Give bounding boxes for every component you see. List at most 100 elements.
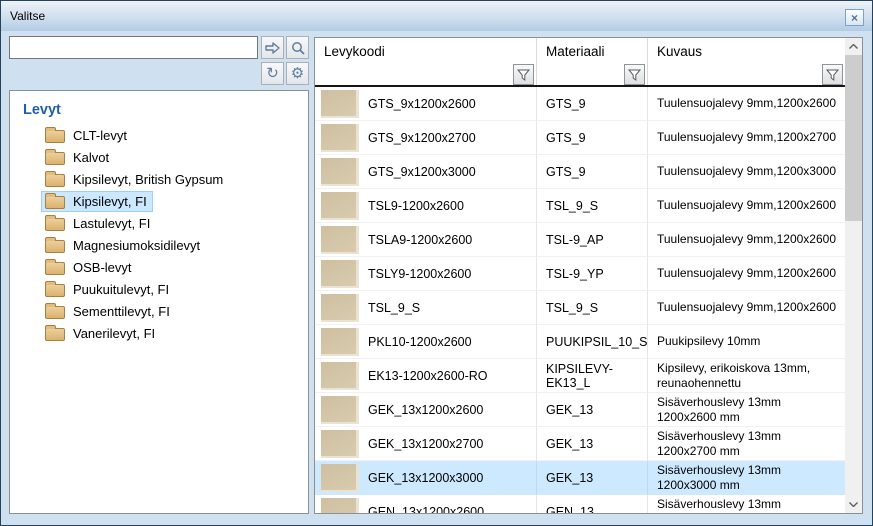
table-row[interactable]: GTS_9x1200x3000 GTS_9 Tuulensuojalevy 9m… (315, 155, 845, 189)
table-row[interactable]: GEK_13x1200x2600 GEK_13 Sisäverhouslevy … (315, 393, 845, 427)
code-cell: GTS_9x1200x2700 (315, 121, 537, 155)
board-thumbnail (321, 158, 359, 186)
description-cell: Sisäverhouslevy 13mm 1200x2600 mm (648, 495, 845, 513)
close-button[interactable]: × (845, 9, 864, 26)
code-cell: GEN_13x1200x2600 (315, 495, 537, 513)
tree-item-label: Kalvot (73, 150, 109, 165)
scroll-down-button[interactable] (845, 496, 862, 513)
table-body: GTS_9x1200x2600 GTS_9 Tuulensuojalevy 9m… (315, 87, 845, 513)
table-row[interactable]: TSLY9-1200x2600 TSL-9_YP Tuulensuojalevy… (315, 257, 845, 291)
code-cell: TSLA9-1200x2600 (315, 223, 537, 257)
tree-item-label: Kipsilevyt, British Gypsum (73, 172, 223, 187)
table-row[interactable]: EK13-1200x2600-RO KIPSILEVY-EK13_L Kipsi… (315, 359, 845, 393)
table-row[interactable]: TSL_9_S TSL_9_S Tuulensuojalevy 9mm,1200… (315, 291, 845, 325)
board-material: PUUKIPSIL_10_S (546, 335, 647, 349)
description-cell: Sisäverhouslevy 13mm 1200x2600 mm (648, 393, 845, 427)
search-input[interactable] (9, 36, 258, 59)
close-icon: × (851, 11, 858, 25)
scroll-up-button[interactable] (845, 38, 862, 55)
board-material: GEK_13 (546, 471, 593, 485)
material-cell: TSL_9_S (537, 291, 648, 325)
board-description: Tuulensuojalevy 9mm,1200x2600 (657, 300, 836, 315)
material-cell: TSL_9_S (537, 189, 648, 223)
tree-item-label: Lastulevyt, FI (73, 216, 150, 231)
tree-item[interactable]: Vanerilevyt, FI (41, 323, 161, 344)
column-header[interactable]: Kuvaus (648, 38, 845, 85)
board-description: Tuulensuojalevy 9mm,1200x2600 (657, 232, 836, 247)
table-row[interactable]: GEN_13x1200x2600 GEN_13 Sisäverhouslevy … (315, 495, 845, 513)
table-row[interactable]: PKL10-1200x2600 PUUKIPSIL_10_S Puukipsil… (315, 325, 845, 359)
code-cell: GEK_13x1200x2600 (315, 393, 537, 427)
table-header: Levykoodi Materiaali Kuvaus (315, 38, 845, 87)
folder-icon (45, 152, 65, 165)
code-cell: EK13-1200x2600-RO (315, 359, 537, 393)
tree-item-label: OSB-levyt (73, 260, 132, 275)
code-cell: TSL9-1200x2600 (315, 189, 537, 223)
settings-button[interactable]: ⚙ (286, 62, 309, 85)
folder-icon (45, 262, 65, 275)
scrollbar-thumb[interactable] (845, 55, 862, 221)
column-header[interactable]: Materiaali (537, 38, 648, 85)
board-thumbnail (321, 226, 359, 254)
tree-item[interactable]: CLT-levyt (41, 125, 133, 146)
table-row[interactable]: TSLA9-1200x2600 TSL-9_AP Tuulensuojalevy… (315, 223, 845, 257)
board-code: EK13-1200x2600-RO (368, 369, 488, 383)
board-material: KIPSILEVY-EK13_L (546, 362, 643, 390)
table-row[interactable]: GTS_9x1200x2600 GTS_9 Tuulensuojalevy 9m… (315, 87, 845, 121)
material-cell: GTS_9 (537, 155, 648, 189)
chevron-down-icon (849, 502, 858, 507)
tree-item[interactable]: Kipsilevyt, British Gypsum (41, 169, 229, 190)
code-cell: GEK_13x1200x3000 (315, 461, 537, 495)
tree-item[interactable]: OSB-levyt (41, 257, 138, 278)
description-cell: Tuulensuojalevy 9mm,1200x2700 (648, 121, 845, 155)
tree-item[interactable]: Sementtilevyt, FI (41, 301, 176, 322)
board-code: PKL10-1200x2600 (368, 335, 472, 349)
table-row[interactable]: TSL9-1200x2600 TSL_9_S Tuulensuojalevy 9… (315, 189, 845, 223)
description-cell: Puukipsilevy 10mm (648, 325, 845, 359)
board-description: Tuulensuojalevy 9mm,1200x2600 (657, 266, 836, 281)
search-button[interactable] (286, 36, 309, 59)
table-row[interactable]: GTS_9x1200x2700 GTS_9 Tuulensuojalevy 9m… (315, 121, 845, 155)
magnifier-icon (291, 41, 305, 55)
table-row[interactable]: GEK_13x1200x3000 GEK_13 Sisäverhouslevy … (315, 461, 845, 495)
board-material: TSL-9_YP (546, 267, 604, 281)
column-filter-button[interactable] (822, 64, 843, 85)
material-cell: GTS_9 (537, 121, 648, 155)
board-material: GTS_9 (546, 131, 586, 145)
material-cell: GEK_13 (537, 461, 648, 495)
folder-icon (45, 130, 65, 143)
arrow-right-icon (265, 42, 280, 54)
board-code: TSL9-1200x2600 (368, 199, 464, 213)
tree-item[interactable]: Kipsilevyt, FI (41, 191, 153, 212)
column-filter-button[interactable] (624, 64, 645, 85)
board-description: Tuulensuojalevy 9mm,1200x2600 (657, 198, 836, 213)
board-code: GTS_9x1200x2600 (368, 97, 476, 111)
description-cell: Sisäverhouslevy 13mm 1200x3000 mm (648, 461, 845, 495)
board-material: GEN_13 (546, 505, 594, 514)
vertical-scrollbar[interactable] (845, 38, 862, 513)
tree-item[interactable]: Lastulevyt, FI (41, 213, 156, 234)
titlebar[interactable]: Valitse (1, 1, 872, 31)
tree-item[interactable]: Kalvot (41, 147, 115, 168)
folder-icon (45, 174, 65, 187)
column-header[interactable]: Levykoodi (315, 38, 537, 85)
gear-icon: ⚙ (291, 66, 304, 81)
material-cell: PUUKIPSIL_10_S (537, 325, 648, 359)
tree-toolbar: ↻ ⚙ (9, 62, 309, 85)
code-cell: GTS_9x1200x2600 (315, 87, 537, 121)
column-header-label: Materiaali (546, 44, 605, 59)
refresh-button[interactable]: ↻ (261, 62, 284, 85)
folder-icon (45, 218, 65, 231)
go-button[interactable] (261, 36, 284, 59)
board-material: GEK_13 (546, 403, 593, 417)
refresh-icon: ↻ (266, 66, 279, 81)
board-material: TSL-9_AP (546, 233, 604, 247)
tree-item[interactable]: Magnesiumoksidilevyt (41, 235, 206, 256)
description-cell: Tuulensuojalevy 9mm,1200x2600 (648, 189, 845, 223)
board-thumbnail (321, 90, 359, 118)
column-filter-button[interactable] (513, 64, 534, 85)
board-code: GEK_13x1200x2700 (368, 437, 483, 451)
table-row[interactable]: GEK_13x1200x2700 GEK_13 Sisäverhouslevy … (315, 427, 845, 461)
tree-item[interactable]: Puukuitulevyt, FI (41, 279, 175, 300)
board-description: Kipsilevy, erikoiskova 13mm, reunaohenne… (657, 361, 843, 391)
